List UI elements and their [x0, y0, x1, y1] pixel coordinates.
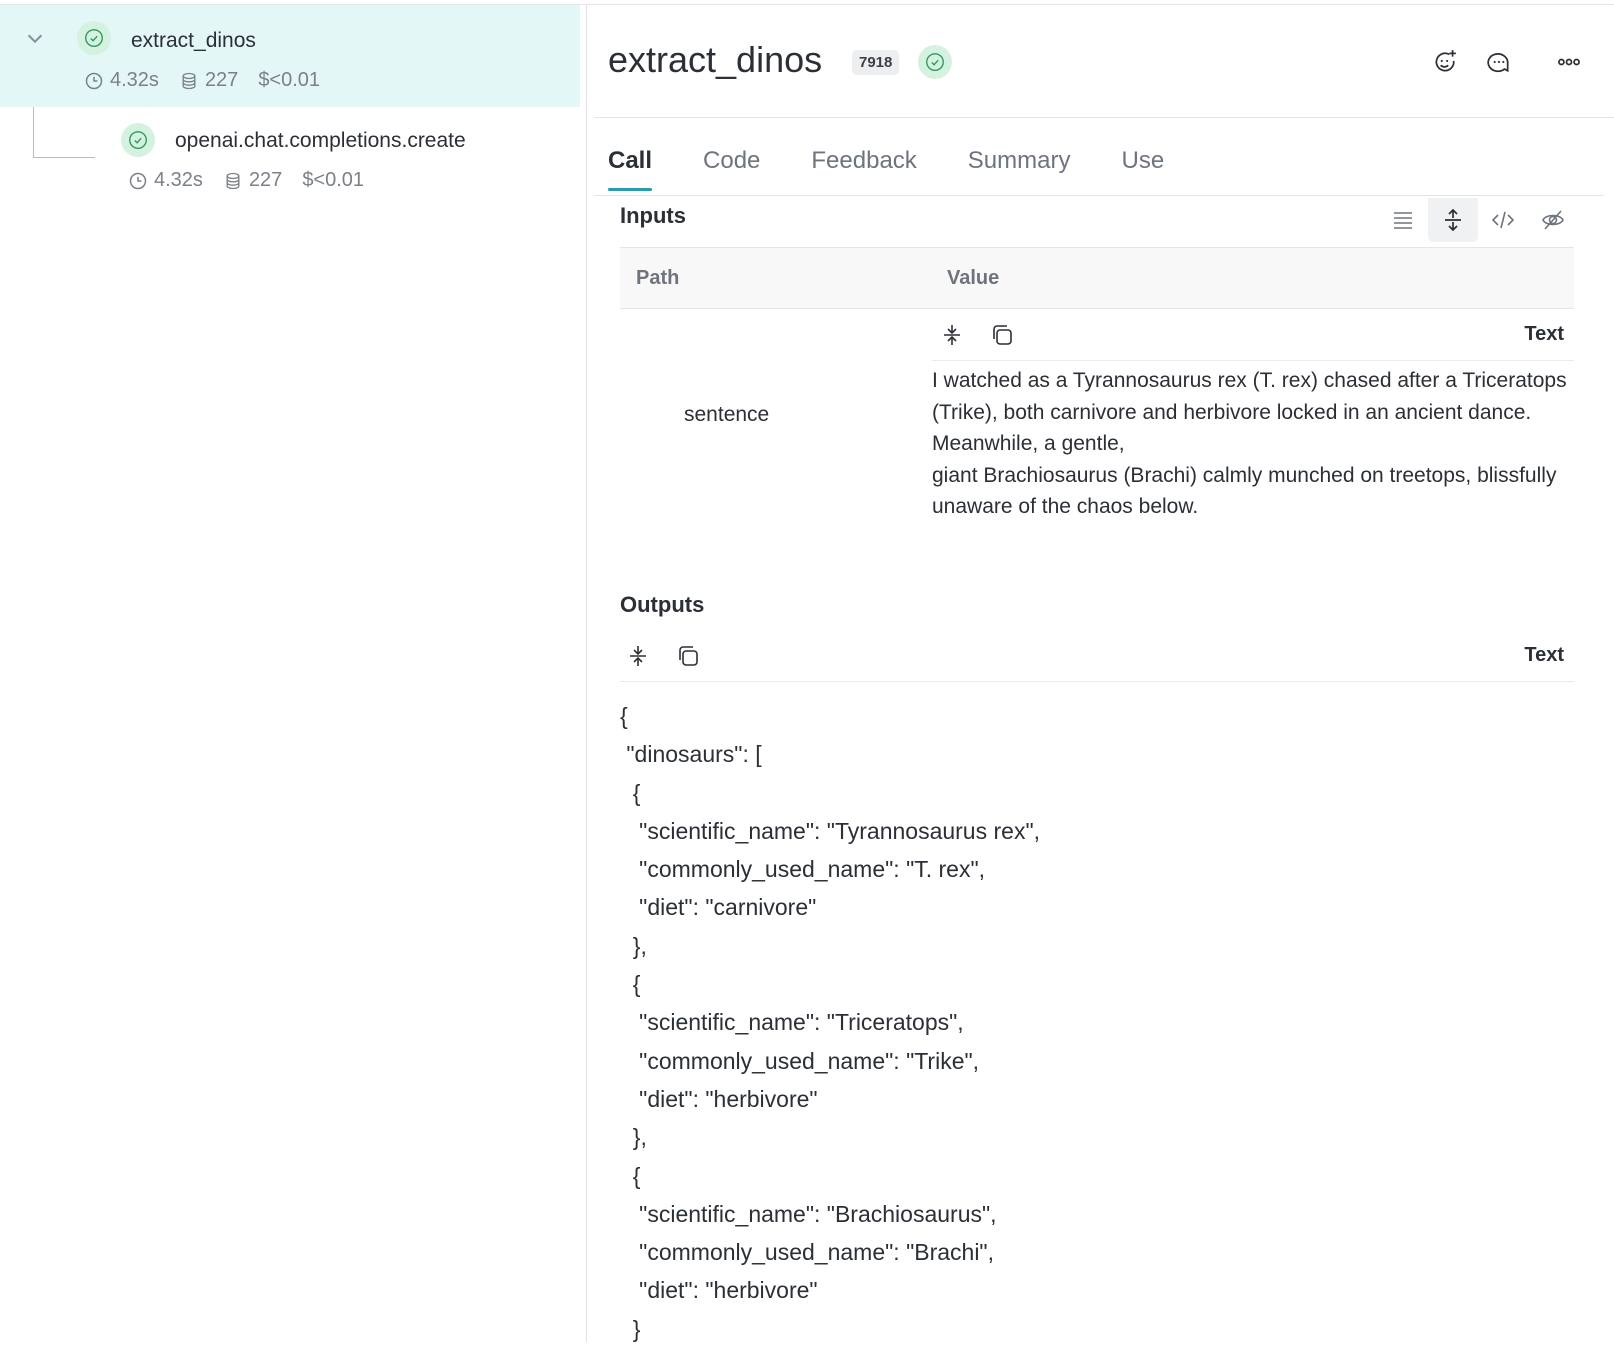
value-line: giant Brachiosaurus (Brachi) calmly munc…	[932, 460, 1574, 492]
database-icon	[179, 71, 199, 91]
code-view-button[interactable]	[1478, 198, 1528, 242]
tree-node-extract-dinos[interactable]: extract_dinos 4.32s 227 $<0.01	[0, 5, 580, 107]
value-line: unaware of the chaos below.	[932, 491, 1574, 523]
output-line: }	[620, 1310, 1040, 1348]
format-label[interactable]: Text	[1524, 323, 1564, 346]
divider	[594, 117, 1614, 118]
inputs-heading: Inputs	[620, 203, 686, 229]
format-label[interactable]: Text	[1524, 644, 1564, 667]
value-line: I watched as a Tyrannosaurus rex (T. rex…	[932, 365, 1574, 397]
divider	[594, 195, 1604, 196]
collapse-icon[interactable]	[626, 644, 650, 668]
value-toolbar: Text	[932, 309, 1574, 361]
success-icon	[918, 45, 952, 79]
node-meta: 4.32s 227 $<0.01	[84, 69, 320, 92]
call-detail-panel: extract_dinos 7918 Call Code Feedback Su…	[594, 5, 1614, 1342]
cost: $<0.01	[258, 69, 320, 92]
output-line: "commonly_used_name": "Trike",	[620, 1042, 1040, 1080]
more-options-icon[interactable]	[1556, 49, 1582, 75]
database-icon	[223, 171, 243, 191]
output-line: "dinosaurs": [	[620, 735, 1040, 773]
node-name: extract_dinos	[131, 29, 256, 53]
list-view-button[interactable]	[1378, 198, 1428, 242]
column-header-path: Path	[620, 267, 947, 290]
output-line: {	[620, 1157, 1040, 1195]
success-icon	[77, 21, 111, 55]
call-tree-sidebar: extract_dinos 4.32s 227 $<0.01 openai.ch…	[0, 5, 587, 1342]
value-cell: I watched as a Tyrannosaurus rex (T. rex…	[932, 365, 1574, 523]
clock-icon	[128, 171, 148, 191]
output-line: {	[620, 774, 1040, 812]
output-line: },	[620, 1118, 1040, 1156]
path-cell: sentence	[684, 403, 769, 427]
duration: 4.32s	[154, 169, 203, 192]
tab-bar: Call Code Feedback Summary Use	[608, 147, 1164, 191]
output-line: "scientific_name": "Brachiosaurus",	[620, 1195, 1040, 1233]
value-line: (Trike), both carnivore and herbivore lo…	[932, 397, 1574, 429]
output-line: "commonly_used_name": "Brachi",	[620, 1233, 1040, 1271]
tab-code[interactable]: Code	[703, 147, 760, 191]
comment-icon[interactable]	[1486, 49, 1512, 75]
column-header-value: Value	[947, 267, 999, 290]
chevron-down-icon[interactable]	[24, 27, 46, 49]
copy-icon[interactable]	[990, 323, 1014, 347]
code-icon	[1491, 208, 1515, 232]
tab-feedback[interactable]: Feedback	[811, 147, 916, 191]
hide-button[interactable]	[1528, 198, 1578, 242]
clock-icon	[84, 71, 104, 91]
header-actions	[1432, 49, 1582, 75]
output-line: {	[620, 965, 1040, 1003]
add-reaction-icon[interactable]	[1432, 49, 1458, 75]
success-icon	[121, 123, 155, 157]
tab-call[interactable]: Call	[608, 147, 652, 191]
node-name: openai.chat.completions.create	[175, 129, 466, 153]
output-line: {	[620, 697, 1040, 735]
cost: $<0.01	[302, 169, 364, 192]
output-line: "diet": "herbivore"	[620, 1271, 1040, 1309]
output-json: { "dinosaurs": [ { "scientific_name": "T…	[620, 697, 1040, 1348]
output-line: },	[620, 927, 1040, 965]
view-mode-toolbar	[1378, 198, 1578, 242]
table-row: sentence Text I watched as a Tyrannosaur…	[620, 309, 1574, 539]
list-icon	[1391, 208, 1415, 232]
duration: 4.32s	[110, 69, 159, 92]
value-line: Meanwhile, a gentle,	[932, 428, 1574, 460]
page-title: extract_dinos	[608, 39, 822, 81]
output-line: "scientific_name": "Triceratops",	[620, 1003, 1040, 1041]
call-id-badge: 7918	[852, 50, 899, 75]
output-toolbar: Text	[620, 630, 1574, 682]
output-line: "diet": "herbivore"	[620, 1080, 1040, 1118]
eye-off-icon	[1541, 208, 1565, 232]
tab-use[interactable]: Use	[1121, 147, 1164, 191]
outputs-heading: Outputs	[620, 592, 704, 618]
tokens: 227	[205, 69, 238, 92]
output-line: "commonly_used_name": "T. rex",	[620, 850, 1040, 888]
tokens: 227	[249, 169, 282, 192]
collapse-icon[interactable]	[940, 323, 964, 347]
output-line: "scientific_name": "Tyrannosaurus rex",	[620, 812, 1040, 850]
expand-rows-button[interactable]	[1428, 198, 1478, 242]
copy-icon[interactable]	[676, 644, 700, 668]
output-line: "diet": "carnivore"	[620, 888, 1040, 926]
tab-summary[interactable]: Summary	[968, 147, 1071, 191]
node-meta: 4.32s 227 $<0.01	[128, 169, 364, 192]
expand-vertical-icon	[1441, 208, 1465, 232]
tree-node-openai-chat[interactable]: openai.chat.completions.create 4.32s 227…	[0, 107, 580, 207]
table-header: Path Value	[620, 247, 1574, 309]
inputs-table: Path Value sentence Text I watched as a …	[620, 247, 1574, 539]
